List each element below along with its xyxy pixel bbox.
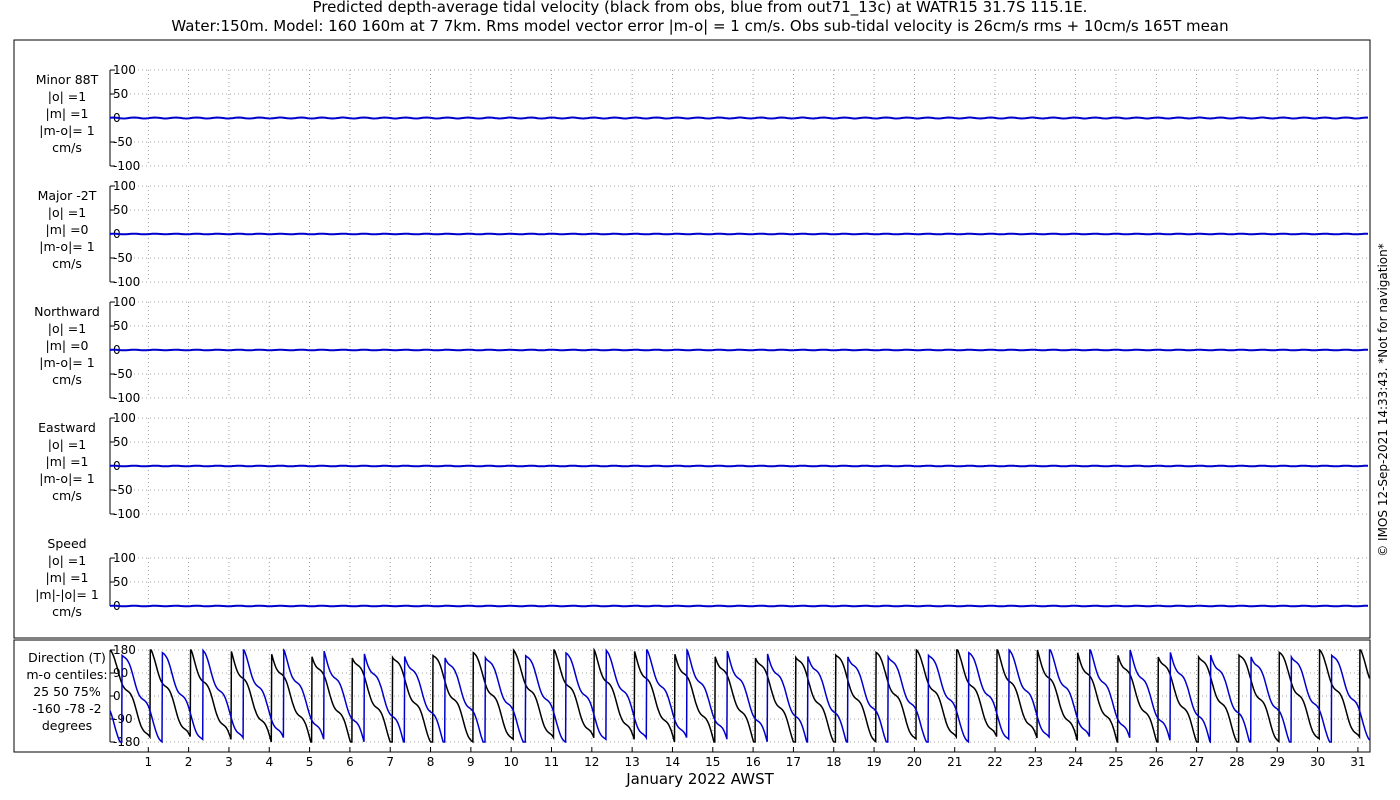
x-tick-label: 14 — [665, 755, 680, 769]
x-tick-label: 23 — [1028, 755, 1043, 769]
y-tick-label: -180 — [113, 735, 140, 749]
x-axis-label: January 2022 AWST — [626, 770, 774, 788]
y-tick-label: 0 — [113, 689, 121, 703]
x-tick-label: 26 — [1149, 755, 1164, 769]
panel-label-line: |m-o|= 1 — [39, 239, 94, 254]
x-tick-label: 24 — [1068, 755, 1083, 769]
y-tick-label: 50 — [113, 575, 128, 589]
x-tick-label: 28 — [1229, 755, 1244, 769]
y-tick-label: 100 — [113, 295, 136, 309]
panel-label-line: |m| =1 — [46, 570, 89, 585]
y-tick-label: -90 — [113, 712, 133, 726]
x-tick-label: 12 — [584, 755, 599, 769]
panel-direction: 180900-90-180Direction (T)m-o centiles:2… — [26, 643, 1371, 749]
panel-label-line: |m|-|o|= 1 — [35, 587, 99, 602]
y-tick-label: 100 — [113, 551, 136, 565]
panel-major: 100500-50-100Major -2T|o| =1|m| =0|m-o|=… — [38, 179, 1370, 289]
x-tick-label: 18 — [826, 755, 841, 769]
panel-label-line: |m| =0 — [46, 222, 89, 237]
y-tick-label: 50 — [113, 435, 128, 449]
y-tick-label: -100 — [113, 391, 140, 405]
y-tick-label: 50 — [113, 203, 128, 217]
x-tick-label: 13 — [625, 755, 640, 769]
panel-label-line: |m| =1 — [46, 454, 89, 469]
y-tick-label: -100 — [113, 275, 140, 289]
x-tick-label: 21 — [947, 755, 962, 769]
y-tick-label: 100 — [113, 179, 136, 193]
copyright-credit: © IMOS 12-Sep-2021 14:33:43. *Not for na… — [1376, 243, 1390, 557]
panel-label-line: m-o centiles: — [26, 667, 107, 682]
panel-label-line: |o| =1 — [48, 553, 86, 568]
x-tick-label: 19 — [866, 755, 881, 769]
panel-label-line: |m-o|= 1 — [39, 123, 94, 138]
panel-label-line: -160 -78 -2 — [32, 701, 101, 716]
panel-label-line: |o| =1 — [48, 205, 86, 220]
y-tick-label: -50 — [113, 367, 133, 381]
upper-frame — [13, 39, 1371, 639]
x-tick-label: 8 — [427, 755, 435, 769]
y-tick-label: 100 — [113, 411, 136, 425]
x-tick-label: 11 — [544, 755, 559, 769]
x-tick-label: 27 — [1189, 755, 1204, 769]
series-line-model — [109, 464, 1368, 468]
panel-label-line: cm/s — [52, 488, 82, 503]
panel-east: 100500-50-100Eastward|o| =1|m| =1|m-o|= … — [38, 411, 1370, 521]
panel-label-line: Northward — [34, 304, 100, 319]
x-tick-label: 22 — [987, 755, 1002, 769]
x-tick-label: 4 — [265, 755, 273, 769]
panel-label-line: Eastward — [38, 420, 96, 435]
panel-label-line: 25 50 75% — [33, 684, 101, 699]
x-tick-label: 9 — [467, 755, 475, 769]
x-tick-label: 1 — [144, 755, 152, 769]
series-line-model — [109, 116, 1369, 120]
panel-label-line: |m| =1 — [46, 106, 89, 121]
y-tick-label: -100 — [113, 507, 140, 521]
x-tick-label: 10 — [504, 755, 519, 769]
x-tick-label: 30 — [1310, 755, 1325, 769]
x-tick-label: 6 — [346, 755, 354, 769]
x-tick-label: 20 — [907, 755, 922, 769]
x-tick-label: 3 — [225, 755, 233, 769]
panel-label-line: degrees — [42, 718, 92, 733]
y-tick-label: -50 — [113, 483, 133, 497]
y-tick-label: -50 — [113, 135, 133, 149]
panel-label-line: |m-o|= 1 — [39, 471, 94, 486]
panel-label-line: cm/s — [52, 140, 82, 155]
x-tick-label: 31 — [1350, 755, 1365, 769]
x-tick-label: 7 — [386, 755, 394, 769]
panel-label-line: |o| =1 — [48, 437, 86, 452]
panel-north: 100500-50-100Northward|o| =1|m| =0|m-o|=… — [34, 295, 1370, 405]
x-tick-label: 17 — [786, 755, 801, 769]
y-tick-label: 50 — [113, 319, 128, 333]
x-tick-label: 16 — [745, 755, 760, 769]
panel-label-line: Speed — [47, 536, 86, 551]
panel-minor: 100500-50-100Minor 88T|o| =1|m| =1|m-o|=… — [36, 63, 1370, 173]
panel-label-line: cm/s — [52, 372, 82, 387]
panel-label-line: Minor 88T — [36, 72, 99, 87]
panel-label-line: |m| =0 — [46, 338, 89, 353]
y-tick-label: 100 — [113, 63, 136, 77]
panel-label-line: cm/s — [52, 604, 82, 619]
panel-label-line: Major -2T — [38, 188, 97, 203]
panel-speed: 100500Speed|o| =1|m| =1|m|-|o|= 1cm/s — [35, 536, 1370, 619]
x-tick-label: 29 — [1270, 755, 1285, 769]
panel-label-line: cm/s — [52, 256, 82, 271]
y-tick-label: 180 — [113, 643, 136, 657]
panel-label-line: |o| =1 — [48, 89, 86, 104]
x-tick-label: 2 — [185, 755, 193, 769]
chart-figure: 100 50 0 -50 -100 Minor 88T |o| =1 |m| =1 |m-o|=… — [13, 39, 1371, 769]
x-tick-label: 25 — [1108, 755, 1123, 769]
y-tick-label: -100 — [113, 159, 140, 173]
panel-label-line: |o| =1 — [48, 321, 86, 336]
panel-label-line: Direction (T) — [28, 650, 106, 665]
x-tick-label: 5 — [306, 755, 314, 769]
panel-label-line: |m-o|= 1 — [39, 355, 94, 370]
y-tick-label: -50 — [113, 251, 133, 265]
y-tick-label: 50 — [113, 87, 128, 101]
x-tick-label: 15 — [705, 755, 720, 769]
